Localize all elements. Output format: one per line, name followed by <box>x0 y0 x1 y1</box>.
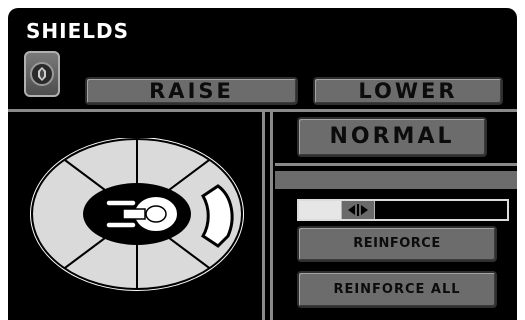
vertical-divider-left <box>262 112 265 320</box>
shield-sector-right-selected[interactable] <box>200 184 234 248</box>
shield-icon <box>30 62 54 86</box>
vertical-divider-right <box>270 112 273 320</box>
left-right-arrows-icon <box>348 204 368 216</box>
shields-panel: SHIELDS RAISE LOWER NORMAL REINFORCE REI… <box>8 8 517 320</box>
status-stripe <box>275 171 517 189</box>
shield-sector-diagram <box>30 138 244 291</box>
shield-toggle-button[interactable] <box>24 51 60 97</box>
shield-power-slider[interactable] <box>297 199 509 221</box>
right-divider <box>275 163 517 166</box>
normal-shields-button[interactable]: NORMAL <box>297 117 487 157</box>
raise-shields-button[interactable]: RAISE <box>85 77 298 105</box>
reinforce-all-button[interactable]: REINFORCE ALL <box>297 271 497 308</box>
reinforce-button[interactable]: REINFORCE <box>297 226 497 262</box>
slider-handle[interactable] <box>341 201 375 219</box>
panel-title: SHIELDS <box>26 19 129 43</box>
lower-shields-button[interactable]: LOWER <box>313 77 503 105</box>
